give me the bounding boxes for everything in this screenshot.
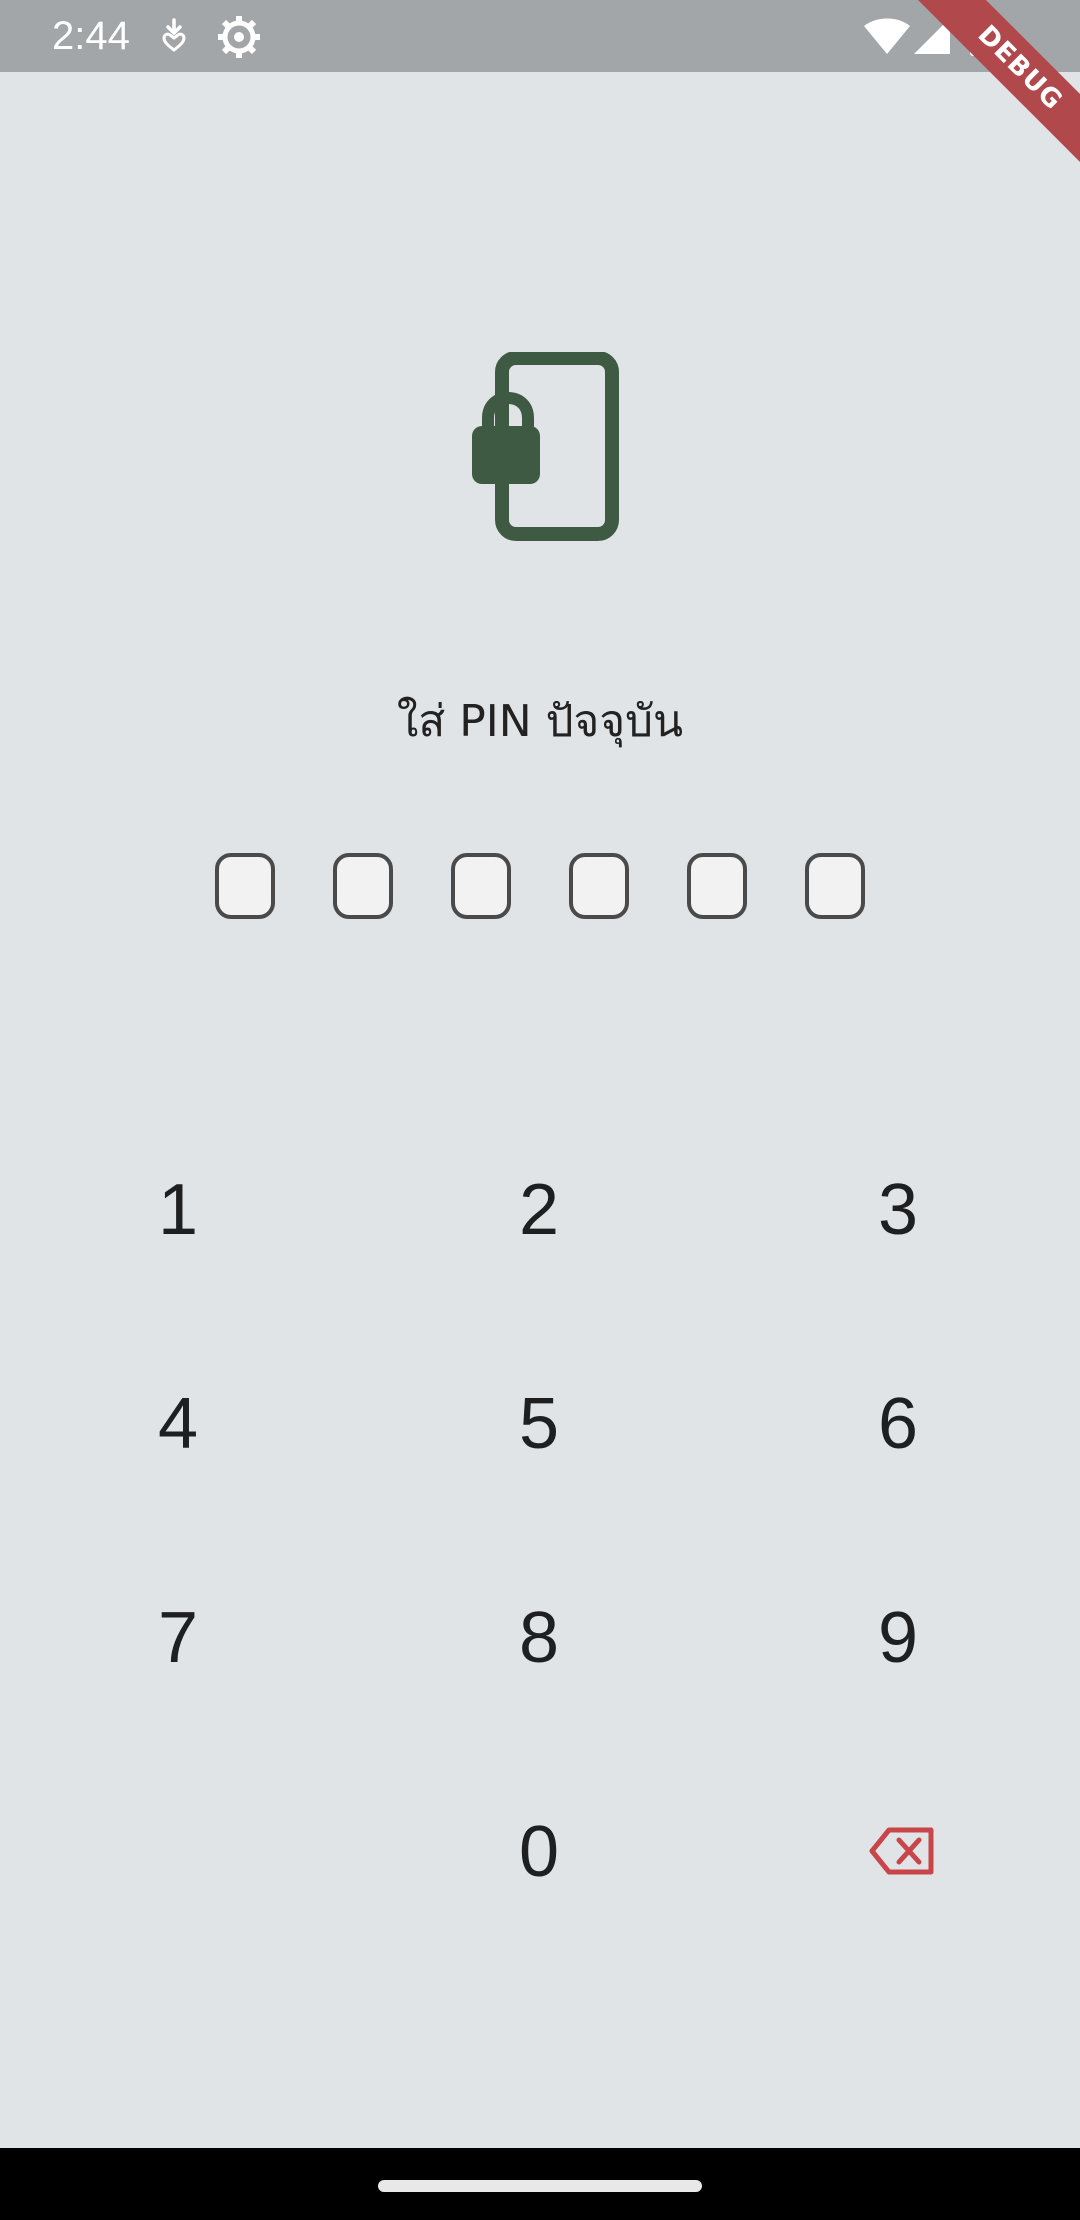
key-9[interactable]: 9 (798, 1568, 998, 1708)
key-2[interactable]: 2 (439, 1140, 639, 1280)
pin-digit-box (687, 853, 747, 919)
key-4[interactable]: 4 (78, 1354, 278, 1494)
home-gesture-handle[interactable] (378, 2180, 702, 2192)
system-navigation-bar (0, 2148, 1080, 2220)
key-3[interactable]: 3 (798, 1140, 998, 1280)
pin-indicator-row (0, 853, 1080, 921)
key-8[interactable]: 8 (439, 1568, 639, 1708)
pin-prompt: ใส่ PIN ปัจจุบัน (396, 696, 684, 747)
backspace-button[interactable] (802, 1782, 1002, 1922)
pin-digit-box (569, 853, 629, 919)
pin-digit-box (451, 853, 511, 919)
backspace-icon (869, 1782, 935, 1922)
key-0[interactable]: 0 (439, 1782, 639, 1922)
key-1[interactable]: 1 (78, 1140, 278, 1280)
phone-lock-icon (470, 351, 620, 546)
key-7[interactable]: 7 (78, 1568, 278, 1708)
debug-label: DEBUG (911, 0, 1080, 177)
status-time: 2:44 (52, 14, 130, 58)
download-icon (160, 18, 188, 56)
key-6[interactable]: 6 (798, 1354, 998, 1494)
pin-digit-box (805, 853, 865, 919)
settings-gear-icon (216, 14, 262, 64)
key-empty (78, 1782, 278, 1922)
pin-digit-box (333, 853, 393, 919)
pin-digit-box (215, 853, 275, 919)
key-5[interactable]: 5 (439, 1354, 639, 1494)
debug-banner: DEBUG (900, 0, 1080, 180)
